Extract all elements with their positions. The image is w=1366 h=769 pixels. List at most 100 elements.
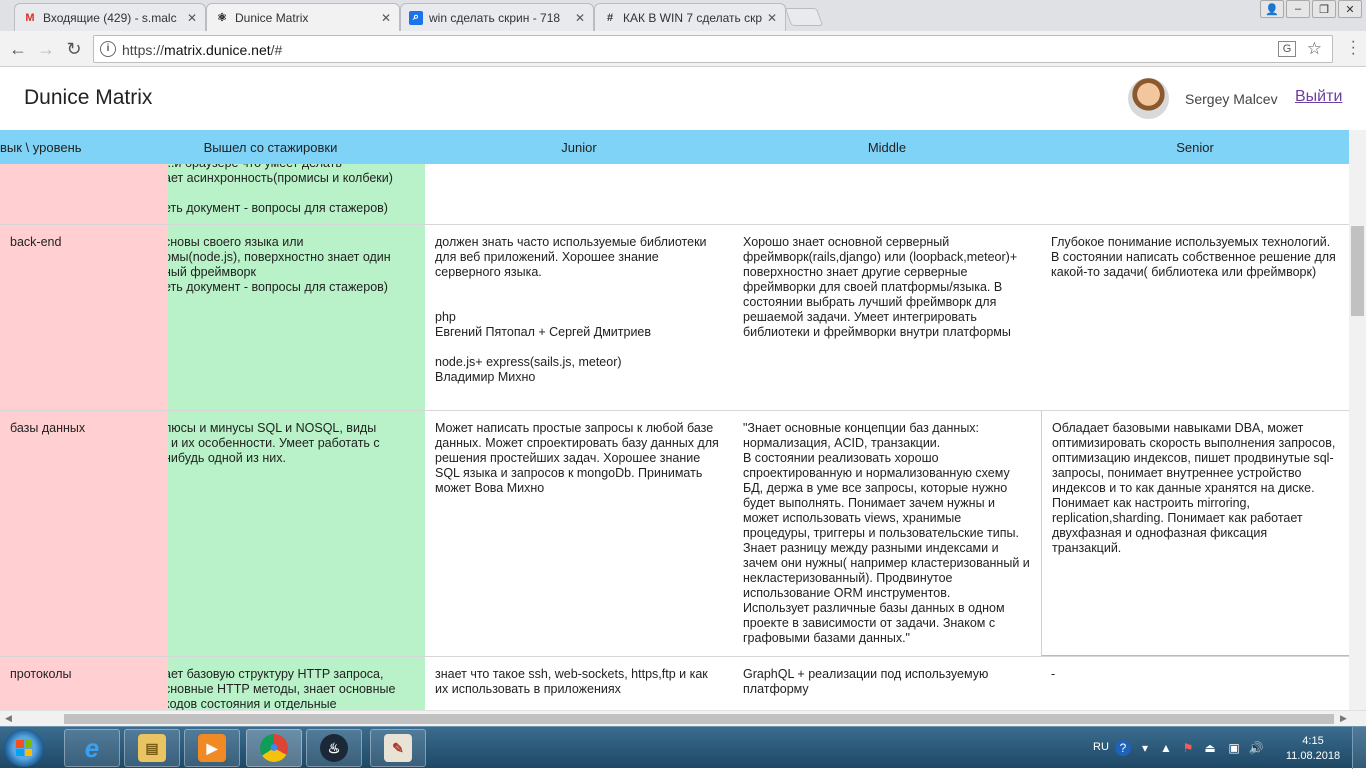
skill-cell: протоколы — [0, 657, 168, 710]
close-window-icon[interactable]: ✕ — [1338, 0, 1362, 18]
junior-cell: должен знать часто используемые библиоте… — [435, 235, 707, 384]
close-tab-icon[interactable]: ✕ — [187, 11, 197, 25]
close-tab-icon[interactable]: ✕ — [767, 11, 777, 25]
tab-title: Dunice Matrix — [235, 10, 309, 25]
tab-title: КАК В WIN 7 сделать скр — [623, 10, 763, 25]
restore-icon[interactable]: ❐ — [1312, 0, 1336, 18]
address-bar[interactable]: i https://matrix.dunice.net/# G ☆ — [93, 35, 1333, 63]
intern-cell: люсы и минусы SQL и NOSQL, виды , и их о… — [168, 411, 425, 656]
taskbar-steam[interactable]: ♨ — [306, 729, 362, 767]
volume-icon[interactable]: 🔊 — [1248, 740, 1264, 756]
header-junior: Junior — [561, 140, 597, 155]
intern-cell: ...и браузере что умеет делать ает асинх… — [168, 164, 425, 224]
paint-icon: ✎ — [384, 734, 412, 762]
profile-icon[interactable]: 👤 — [1260, 0, 1284, 18]
table-row: ...и браузере что умеет делать ает асинх… — [0, 164, 1349, 225]
close-tab-icon[interactable]: ✕ — [575, 11, 585, 25]
gmail-icon: M — [25, 11, 35, 24]
vertical-scrollbar[interactable] — [1349, 130, 1366, 710]
display-icon[interactable]: ▣ — [1226, 740, 1242, 756]
intern-cell: сновы своего языка или рмы(node.js), пов… — [168, 225, 425, 410]
horizontal-scroll-thumb[interactable] — [64, 714, 1334, 724]
senior-cell — [1041, 164, 1349, 224]
user-avatar — [1128, 78, 1169, 119]
scroll-right-arrow-icon[interactable]: ▶ — [1340, 713, 1347, 724]
url-scheme: https:// — [122, 42, 165, 58]
url-text[interactable]: https://matrix.dunice.net/# — [122, 42, 282, 58]
skill-cell: базы данных — [0, 411, 168, 656]
app-header: Dunice Matrix Sergey Malcev Выйти — [0, 67, 1366, 130]
junior-cell: знает что такое ssh, web-sockets, https,… — [435, 667, 708, 696]
table-row: базы данных люсы и минусы SQL и NOSQL, в… — [0, 411, 1349, 657]
taskbar-media-player[interactable]: ▶ — [184, 729, 240, 767]
system-clock[interactable]: 4:15 11.08.2018 — [1282, 734, 1344, 764]
scroll-left-arrow-icon[interactable]: ◀ — [5, 713, 12, 724]
back-arrow-icon[interactable]: ← — [6, 37, 30, 61]
taskbar-paint[interactable]: ✎ — [370, 729, 426, 767]
skill-matrix-table: вык \ уровень Вышел со стажировки Junior… — [0, 130, 1349, 710]
intern-text: ...и браузере что умеет делать ает асинх… — [168, 164, 393, 215]
senior-cell[interactable]: Обладает базовыми навыками DBA, может оп… — [1041, 411, 1349, 656]
url-host: matrix.dunice.net — [164, 42, 271, 58]
browser-tab-gmail[interactable]: M Входящие (429) - s.malc ✕ — [14, 3, 206, 31]
browser-tab-win7[interactable]: # КАК В WIN 7 сделать скр ✕ — [594, 3, 786, 31]
reload-icon[interactable]: ↻ — [62, 37, 86, 61]
app-title: Dunice Matrix — [24, 86, 153, 109]
logout-link[interactable]: Выйти — [1295, 88, 1342, 106]
taskbar-ie[interactable]: e — [64, 729, 120, 767]
middle-cell: "Знает основные концепции баз данных: но… — [743, 421, 1030, 645]
header-senior: Senior — [1176, 140, 1214, 155]
skill-cell: back-end — [0, 225, 168, 410]
intern-text: люсы и минусы SQL и NOSQL, виды , и их о… — [168, 421, 380, 465]
tab-title: Входящие (429) - s.malc — [43, 10, 177, 25]
browser-tab-dunice-matrix[interactable]: ⚛ Dunice Matrix ✕ — [206, 3, 400, 31]
internet-explorer-icon: e — [84, 732, 100, 763]
start-button[interactable] — [4, 729, 44, 767]
bookmark-star-icon[interactable]: ☆ — [1307, 39, 1322, 59]
vertical-scroll-thumb[interactable] — [1351, 226, 1364, 316]
browser-menu-icon[interactable]: · · · — [1351, 34, 1356, 62]
table-row: back-end сновы своего языка или рмы(node… — [0, 225, 1349, 411]
windows-taskbar: e ▤ ▶ ● ♨ ✎ RU ? ▾ ▲ ⚑ ⏏ ▣ 🔊 4:15 11.08.… — [0, 726, 1366, 769]
language-indicator[interactable]: RU — [1093, 741, 1109, 753]
react-icon: ⚛ — [217, 12, 227, 24]
horizontal-scrollbar[interactable]: ◀ ▶ — [0, 710, 1366, 726]
show-desktop-button[interactable] — [1352, 727, 1366, 769]
clock-date: 11.08.2018 — [1285, 750, 1341, 762]
close-tab-icon[interactable]: ✕ — [381, 11, 391, 25]
senior-cell: - — [1051, 667, 1056, 681]
translate-icon[interactable]: G — [1278, 41, 1296, 57]
usb-icon[interactable]: ⏏ — [1202, 740, 1218, 756]
taskbar-chrome[interactable]: ● — [246, 729, 302, 767]
hash-icon: # — [606, 11, 614, 24]
new-tab-button[interactable] — [784, 8, 824, 26]
window-controls: 👤 – ❐ ✕ — [1260, 0, 1362, 18]
tray-down-icon[interactable]: ▾ — [1137, 740, 1153, 756]
middle-cell: Хорошо знает основной серверный фреймвор… — [743, 235, 1018, 339]
url-path: /# — [270, 42, 283, 58]
browser-tab-search[interactable]: ⌕ win сделать скрин - 718 ✕ — [400, 3, 594, 31]
intern-cell: ает базовую структуру HTTP запроса, снов… — [168, 657, 425, 710]
senior-cell: Глубокое понимание используемых технолог… — [1051, 235, 1336, 279]
middle-cell: GraphQL + реализации под используемую пл… — [743, 667, 989, 696]
header-middle: Middle — [867, 140, 907, 155]
show-hidden-icons[interactable]: ▲ — [1158, 740, 1174, 756]
middle-cell — [733, 164, 1041, 224]
help-icon[interactable]: ? — [1115, 740, 1131, 756]
header-skill: вык \ уровень — [0, 140, 82, 155]
network-icon[interactable]: ⚑ — [1180, 740, 1196, 756]
windows-logo-icon — [16, 740, 32, 756]
skill-cell — [0, 164, 168, 224]
site-info-icon[interactable]: i — [100, 41, 116, 57]
browser-tabstrip: M Входящие (429) - s.malc ✕ ⚛ Dunice Mat… — [0, 0, 1366, 31]
media-player-icon: ▶ — [198, 734, 226, 762]
table-row: протоколы ает базовую структуру HTTP зап… — [0, 657, 1349, 710]
folder-icon: ▤ — [138, 734, 166, 762]
minimize-icon[interactable]: – — [1286, 0, 1310, 18]
tab-title: win сделать скрин - 718 — [429, 10, 561, 25]
junior-cell — [425, 164, 733, 224]
forward-arrow-icon[interactable]: → — [34, 37, 58, 61]
intern-text: сновы своего языка или рмы(node.js), пов… — [168, 235, 391, 294]
search-icon: ⌕ — [409, 10, 423, 25]
taskbar-explorer[interactable]: ▤ — [124, 729, 180, 767]
